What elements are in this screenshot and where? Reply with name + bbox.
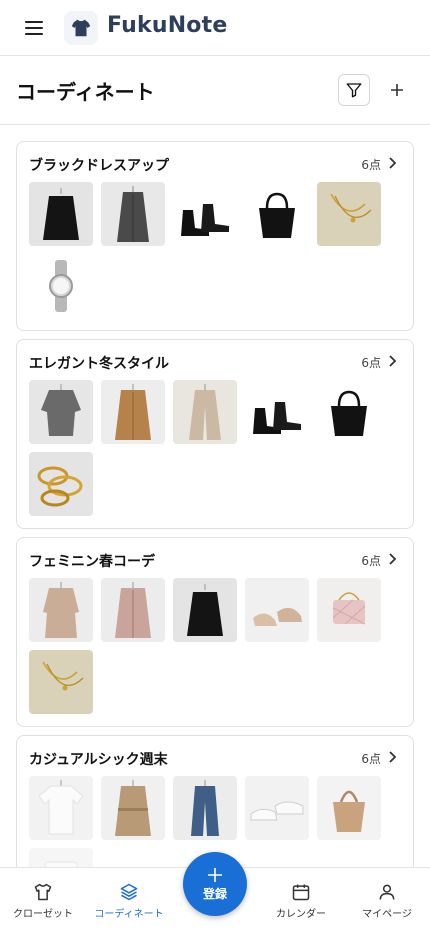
white-sneakers-thumbnail[interactable] <box>245 776 309 840</box>
outfit-item-count: 6点 <box>361 554 381 568</box>
beige-knit-dress-thumbnail[interactable] <box>29 578 93 642</box>
outfit-name: フェミニン春コーデ <box>29 554 155 570</box>
outfit-list: ブラックドレスアップ 6点 エレガント冬スタイル 6点 フェミニン春コーデ 6点 カジュアル… <box>0 126 430 867</box>
nav-coordinate-label: コーディネート <box>94 909 164 920</box>
register-fab-button[interactable]: 登録 <box>183 852 247 916</box>
menu-icon[interactable] <box>24 18 44 38</box>
nav-coordinate[interactable]: コーディネート <box>86 868 172 932</box>
outfit-name: エレガント冬スタイル <box>29 356 169 372</box>
outfit-item-count: 6点 <box>361 158 381 172</box>
gold-necklace-thumbnail[interactable] <box>29 650 93 714</box>
shirt-logo-icon[interactable] <box>64 11 98 45</box>
plus-icon <box>208 868 222 882</box>
black-boots-thumbnail[interactable] <box>245 380 309 444</box>
black-skirt-thumbnail[interactable] <box>29 182 93 246</box>
outfit-card[interactable]: ブラックドレスアップ 6点 <box>16 141 414 331</box>
black-skirt-thumbnail[interactable] <box>173 578 237 642</box>
pink-cardigan-thumbnail[interactable] <box>101 578 165 642</box>
gray-coat-thumbnail[interactable] <box>101 182 165 246</box>
outfit-item-thumbnails <box>29 380 389 516</box>
page-header: コーディネート <box>0 56 430 125</box>
white-item-thumbnail[interactable] <box>29 848 93 867</box>
nav-mypage-label: マイページ <box>362 909 412 920</box>
gold-necklace-thumbnail[interactable] <box>317 182 381 246</box>
black-boots-thumbnail[interactable] <box>173 182 237 246</box>
app-brand[interactable]: FukuNote <box>107 13 227 38</box>
outfit-item-count: 6点 <box>361 752 381 766</box>
gold-chain-bracelets-thumbnail[interactable] <box>29 452 93 516</box>
add-outfit-button[interactable] <box>381 74 413 106</box>
black-tote-thumbnail[interactable] <box>317 380 381 444</box>
filter-button[interactable] <box>338 74 370 106</box>
page-title: コーディネート <box>16 80 155 104</box>
black-tote-thumbnail[interactable] <box>245 182 309 246</box>
tan-shoulder-bag-thumbnail[interactable] <box>317 776 381 840</box>
beige-trench-coat-thumbnail[interactable] <box>101 776 165 840</box>
register-label: 登録 <box>202 887 227 901</box>
nav-closet[interactable]: クローゼット <box>0 868 86 932</box>
outfit-card[interactable]: カジュアルシック週末 6点 <box>16 735 414 867</box>
beige-wide-pants-thumbnail[interactable] <box>173 380 237 444</box>
chevron-right-icon[interactable] <box>385 750 399 764</box>
chevron-right-icon[interactable] <box>385 354 399 368</box>
user-icon <box>379 884 395 900</box>
outfit-card[interactable]: フェミニン春コーデ 6点 <box>16 537 414 727</box>
chevron-right-icon[interactable] <box>385 552 399 566</box>
filter-icon <box>346 83 362 98</box>
outfit-item-thumbnails <box>29 578 389 714</box>
chevron-right-icon[interactable] <box>385 156 399 170</box>
outfit-item-thumbnails <box>29 182 389 318</box>
nav-mypage[interactable]: マイページ <box>344 868 430 932</box>
outfit-name: ブラックドレスアップ <box>29 158 169 174</box>
gray-sweater-thumbnail[interactable] <box>29 380 93 444</box>
blue-jeans-thumbnail[interactable] <box>173 776 237 840</box>
beige-pumps-thumbnail[interactable] <box>245 578 309 642</box>
nav-calendar-label: カレンダー <box>276 909 326 920</box>
top-app-bar: FukuNote <box>0 0 430 56</box>
layers-icon <box>120 883 138 901</box>
nav-closet-label: クローゼット <box>13 909 73 920</box>
pink-quilted-bag-thumbnail[interactable] <box>317 578 381 642</box>
shirt-icon <box>34 883 52 901</box>
plus-icon <box>391 84 403 96</box>
camel-coat-thumbnail[interactable] <box>101 380 165 444</box>
white-tshirt-thumbnail[interactable] <box>29 776 93 840</box>
outfit-item-count: 6点 <box>361 356 381 370</box>
outfit-card[interactable]: エレガント冬スタイル 6点 <box>16 339 414 529</box>
calendar-icon <box>292 884 310 901</box>
silver-watch-thumbnail[interactable] <box>29 254 93 318</box>
outfit-name: カジュアルシック週末 <box>29 752 168 768</box>
nav-calendar[interactable]: カレンダー <box>258 868 344 932</box>
